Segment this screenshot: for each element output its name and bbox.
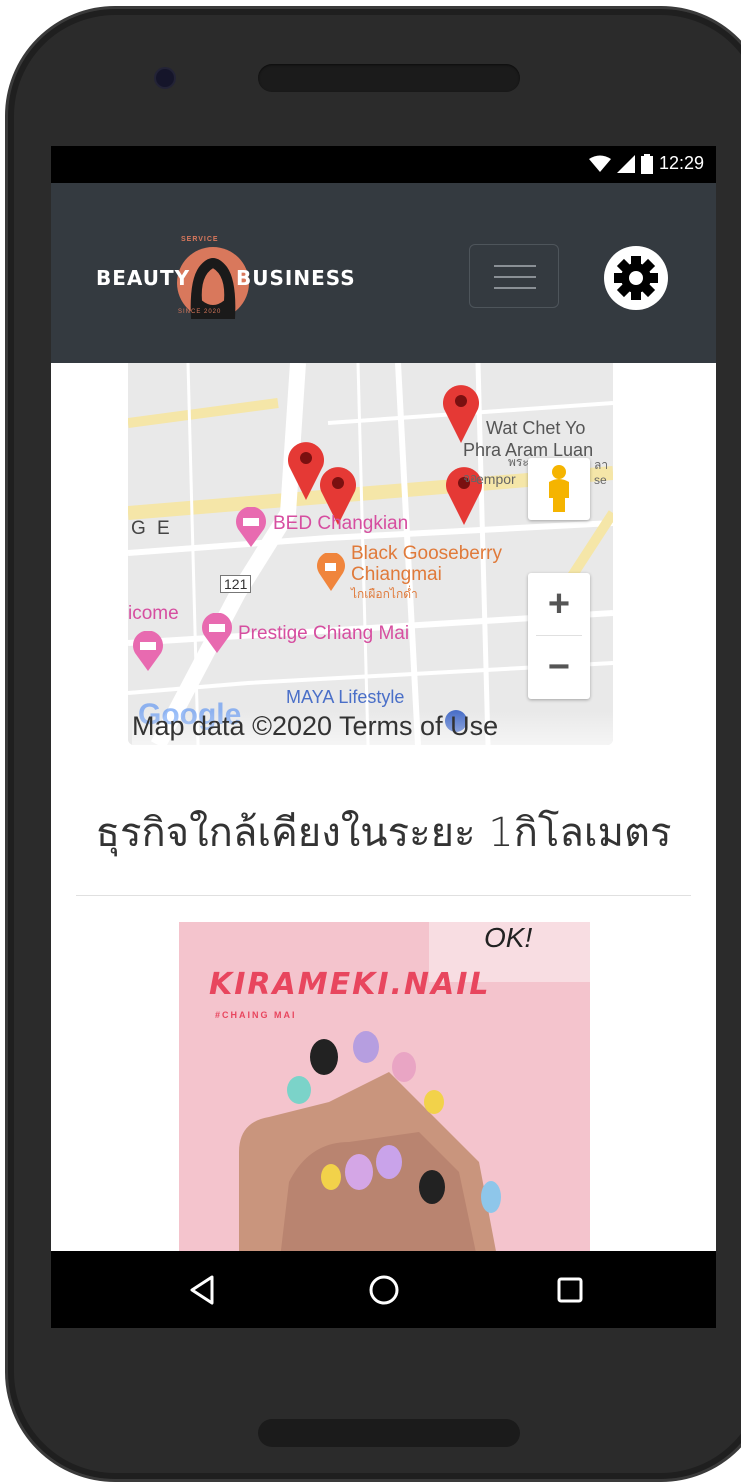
brand-logo[interactable]: BEAUTY BUSINESS SERVICE SINCE 2020 bbox=[96, 233, 355, 323]
map-attribution: Map data ©2020 Terms of Use bbox=[132, 711, 613, 745]
route-shield: 121 bbox=[220, 575, 252, 593]
map-place-label: se bbox=[594, 473, 607, 487]
hamburger-icon bbox=[494, 265, 536, 267]
phone-screen: 12:29 BEAUTY BUSINESS SERVICE SINCE 2020 bbox=[51, 146, 716, 1328]
salon-sub-text: #CHAING MAI bbox=[215, 1010, 297, 1020]
map-place-label: Wat Chet Yo bbox=[486, 418, 586, 438]
map-place-label: BED Changkian bbox=[273, 513, 409, 534]
map-place-label: พระ bbox=[508, 455, 529, 469]
camera-lens bbox=[154, 67, 176, 89]
app-header: BEAUTY BUSINESS SERVICE SINCE 2020 bbox=[51, 183, 716, 363]
pegman-icon bbox=[549, 465, 569, 512]
logo-right-text: BUSINESS bbox=[236, 266, 356, 290]
business-card-image[interactable]: KIRAMEKI.NAIL #CHAING MAI OK! bbox=[179, 922, 590, 1267]
battery-icon bbox=[640, 153, 653, 174]
status-time: 12:29 bbox=[658, 153, 704, 173]
map-place-label: empor bbox=[476, 471, 516, 487]
map-place-label: G E bbox=[131, 518, 173, 539]
hamburger-line bbox=[494, 276, 536, 278]
hamburger-line bbox=[494, 287, 536, 289]
map-marker[interactable] bbox=[440, 381, 482, 443]
hotel-pin-icon bbox=[133, 631, 163, 671]
recents-button[interactable] bbox=[545, 1265, 595, 1315]
nearby-map[interactable]: Wat Chet Yo Phra Aram Luan จอ พระ ลา emp… bbox=[128, 363, 613, 745]
logo-top-text: SERVICE bbox=[181, 236, 219, 243]
logo-bottom-text: SINCE 2020 bbox=[178, 309, 222, 315]
section-divider bbox=[76, 895, 691, 896]
map-place-label: ไกเผือกไกด่ำ bbox=[351, 587, 418, 601]
hotel-pin-icon bbox=[236, 507, 266, 547]
main-content: Wat Chet Yo Phra Aram Luan จอ พระ ลา emp… bbox=[51, 363, 716, 1267]
android-nav-bar bbox=[51, 1251, 716, 1328]
recents-square-icon bbox=[557, 1277, 583, 1303]
home-button[interactable] bbox=[359, 1265, 409, 1315]
logo-left-text: BEAUTY bbox=[96, 266, 191, 290]
map-place-label: MAYA Lifestyle bbox=[286, 687, 405, 707]
back-triangle-icon bbox=[190, 1275, 214, 1305]
salon-sign-text: KIRAMEKI.NAIL bbox=[209, 967, 491, 1002]
map-place-label: Chiangmai bbox=[351, 564, 442, 585]
map-place-label: icome bbox=[128, 603, 179, 624]
map-attribution-text[interactable]: Map data ©2020 Terms of Use bbox=[132, 711, 498, 741]
section-heading: ธุรกิจใกล้เคียงในระยะ 1กิโลเมตร bbox=[95, 810, 672, 856]
signal-icon bbox=[616, 154, 635, 173]
zoom-in-button[interactable]: + bbox=[528, 573, 590, 635]
menu-toggle-button[interactable] bbox=[469, 244, 559, 308]
map-place-label: Prestige Chiang Mai bbox=[238, 623, 410, 644]
back-button[interactable] bbox=[177, 1265, 227, 1315]
earpiece-speaker bbox=[258, 64, 520, 92]
bottom-speaker bbox=[258, 1419, 520, 1447]
zoom-controls: + − bbox=[528, 573, 590, 699]
cafe-pin-icon bbox=[317, 553, 345, 591]
home-circle-icon bbox=[369, 1275, 399, 1305]
wifi-icon bbox=[588, 155, 611, 172]
hotel-pin-icon bbox=[202, 613, 232, 653]
gear-icon[interactable] bbox=[603, 245, 669, 311]
map-place-label: Black Gooseberry bbox=[351, 543, 503, 564]
status-bar: 12:29 bbox=[51, 146, 716, 183]
street-view-button[interactable] bbox=[528, 458, 590, 520]
zoom-out-button[interactable]: − bbox=[528, 636, 590, 698]
salon-tag-text: OK! bbox=[484, 922, 533, 953]
